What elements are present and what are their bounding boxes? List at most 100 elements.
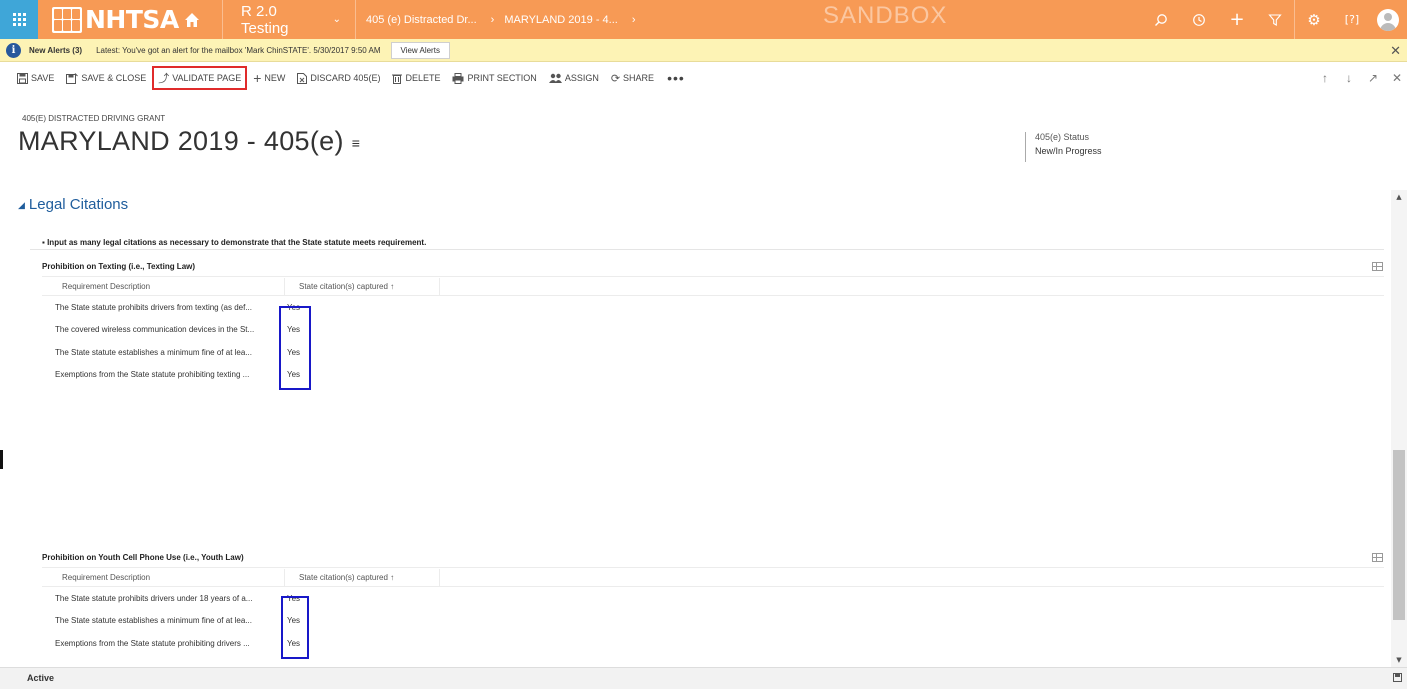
- search-icon[interactable]: [1142, 0, 1180, 39]
- collapse-triangle-icon[interactable]: ◢: [18, 200, 25, 210]
- table-row[interactable]: The State statute prohibits drivers unde…: [42, 587, 312, 610]
- save-icon[interactable]: [1393, 673, 1402, 682]
- info-icon: i: [6, 42, 21, 58]
- requirement-description[interactable]: The State statute prohibits drivers from…: [42, 303, 282, 312]
- column-headers: Requirement Description State citation(s…: [42, 569, 1384, 587]
- home-icon[interactable]: [183, 11, 201, 29]
- delete-label: DELETE: [405, 73, 441, 83]
- table-row[interactable]: Exemptions from the State statute prohib…: [42, 632, 312, 655]
- scroll-thumb[interactable]: [1393, 450, 1405, 620]
- vertical-scrollbar[interactable]: ▲ ▼: [1391, 190, 1407, 667]
- grid-icon: [12, 13, 26, 26]
- requirement-description[interactable]: The State statute prohibits drivers unde…: [42, 594, 282, 603]
- column-header-description[interactable]: Requirement Description: [42, 569, 284, 586]
- chevron-right-icon: ›: [490, 13, 495, 26]
- save-close-button[interactable]: SAVE & CLOSE: [61, 67, 151, 89]
- column-header-citation-text: State citation(s) captured: [299, 282, 388, 291]
- section-header[interactable]: ◢ Legal Citations: [18, 196, 128, 213]
- share-label: SHARE: [623, 73, 655, 83]
- user-avatar[interactable]: [1377, 8, 1399, 31]
- grid-rows: The State statute prohibits drivers from…: [42, 296, 312, 386]
- close-icon[interactable]: ✕: [1391, 71, 1403, 85]
- history-icon[interactable]: [1180, 0, 1218, 39]
- column-header-citation[interactable]: State citation(s) captured ↑: [284, 278, 440, 295]
- save-button[interactable]: SAVE: [12, 67, 59, 89]
- form-selector-icon[interactable]: ≡: [352, 135, 360, 151]
- alert-message: Latest: You've got an alert for the mail…: [96, 45, 381, 55]
- column-header-citation[interactable]: State citation(s) captured ↑: [284, 569, 440, 586]
- alert-bar: i New Alerts (3) Latest: You've got an a…: [0, 39, 1407, 62]
- bullet-icon: ▪: [42, 238, 45, 247]
- breadcrumb-entity[interactable]: 405 (e) Distracted Dr...: [366, 14, 477, 26]
- environment-watermark: SANDBOX: [823, 2, 948, 29]
- print-section-label: PRINT SECTION: [467, 73, 537, 83]
- alert-title[interactable]: New Alerts (3): [29, 46, 82, 55]
- table-row[interactable]: The covered wireless communication devic…: [42, 319, 312, 342]
- status-value[interactable]: New/In Progress: [1035, 146, 1102, 156]
- record-nav-icons: ↑ ↓ ↗ ✕: [1319, 62, 1403, 94]
- page-title: MARYLAND 2019 - 405(e) ≡: [18, 126, 360, 157]
- grid-rows: The State statute prohibits drivers unde…: [42, 587, 312, 655]
- table-row[interactable]: The State statute establishes a minimum …: [42, 610, 312, 633]
- requirement-description[interactable]: The State statute establishes a minimum …: [42, 616, 282, 625]
- divider: [30, 249, 1384, 250]
- section-title-text: Legal Citations: [28, 196, 129, 213]
- status-label: 405(e) Status: [1035, 132, 1090, 142]
- app-selector[interactable]: R 2.0 Testing ⌄: [223, 0, 355, 39]
- trash-icon: [392, 74, 403, 84]
- open-grid-icon[interactable]: [1372, 553, 1383, 562]
- app-launcher-button[interactable]: [0, 0, 38, 39]
- arrow-down-icon[interactable]: ↓: [1343, 71, 1355, 85]
- scroll-up-icon[interactable]: ▲: [1391, 190, 1407, 204]
- nhtsa-logo[interactable]: NHTSA: [38, 0, 222, 39]
- share-button[interactable]: ⟳ SHARE: [606, 67, 659, 89]
- arrow-up-icon[interactable]: ↑: [1319, 71, 1331, 85]
- discard-button[interactable]: DISCARD 405(E): [292, 67, 385, 89]
- scroll-down-icon[interactable]: ▼: [1391, 653, 1407, 667]
- sort-ascending-icon: ↑: [390, 573, 395, 582]
- breadcrumb-record[interactable]: MARYLAND 2019 - 4...: [504, 14, 618, 26]
- requirement-description[interactable]: The covered wireless communication devic…: [42, 325, 282, 334]
- divider: [42, 567, 1384, 568]
- instruction-note-text: Input as many legal citations as necessa…: [47, 238, 427, 247]
- youth-law-subgrid: Prohibition on Youth Cell Phone Use (i.e…: [30, 553, 1390, 663]
- nav-right-icons: + ⚙ [?]: [1142, 0, 1407, 39]
- requirement-description[interactable]: The State statute establishes a minimum …: [42, 348, 282, 357]
- close-icon[interactable]: ✕: [1390, 43, 1401, 59]
- table-row[interactable]: Exemptions from the State statute prohib…: [42, 364, 312, 387]
- highlight-box: [281, 596, 309, 659]
- printer-icon: [452, 72, 464, 84]
- save-close-icon: [66, 72, 79, 84]
- logo-badge-icon: [52, 6, 82, 33]
- command-bar: SAVE SAVE & CLOSE ⤴ VALIDATE PAGE + NEW …: [0, 62, 1407, 94]
- filter-icon[interactable]: [1256, 0, 1294, 39]
- divider: [42, 276, 1384, 277]
- help-icon[interactable]: [?]: [1333, 0, 1371, 39]
- print-section-button[interactable]: PRINT SECTION: [447, 67, 541, 89]
- plus-icon: +: [253, 70, 262, 86]
- table-row[interactable]: The State statute establishes a minimum …: [42, 341, 312, 364]
- assign-button[interactable]: ASSIGN: [544, 67, 604, 89]
- chevron-down-icon: ⌄: [332, 14, 341, 25]
- header-status-field: 405(e) Status New/In Progress: [1025, 132, 1102, 162]
- pop-out-icon[interactable]: ↗: [1367, 71, 1379, 85]
- requirement-description[interactable]: Exemptions from the State statute prohib…: [42, 370, 282, 379]
- top-nav-bar: NHTSA R 2.0 Testing ⌄ 405 (e) Distracted…: [0, 0, 1407, 39]
- validate-page-button[interactable]: ⤴ VALIDATE PAGE: [152, 66, 248, 90]
- share-icon: ⟳: [610, 72, 621, 85]
- more-commands-button[interactable]: •••: [661, 67, 691, 89]
- new-button[interactable]: + NEW: [248, 67, 290, 89]
- entity-label: 405(E) DISTRACTED DRIVING GRANT: [22, 114, 166, 123]
- plus-icon[interactable]: +: [1218, 0, 1256, 39]
- view-alerts-button[interactable]: View Alerts: [390, 41, 450, 59]
- settings-icon[interactable]: ⚙: [1295, 0, 1333, 39]
- column-header-description[interactable]: Requirement Description: [42, 278, 284, 295]
- record-status: Active: [27, 673, 55, 683]
- status-footer: Active: [0, 667, 1407, 689]
- chevron-right-icon[interactable]: ›: [632, 14, 636, 26]
- table-row[interactable]: The State statute prohibits drivers from…: [42, 296, 312, 319]
- requirement-description[interactable]: Exemptions from the State statute prohib…: [42, 639, 282, 648]
- open-grid-icon[interactable]: [1372, 262, 1383, 271]
- assign-icon: [548, 73, 562, 83]
- delete-button[interactable]: DELETE: [387, 67, 445, 89]
